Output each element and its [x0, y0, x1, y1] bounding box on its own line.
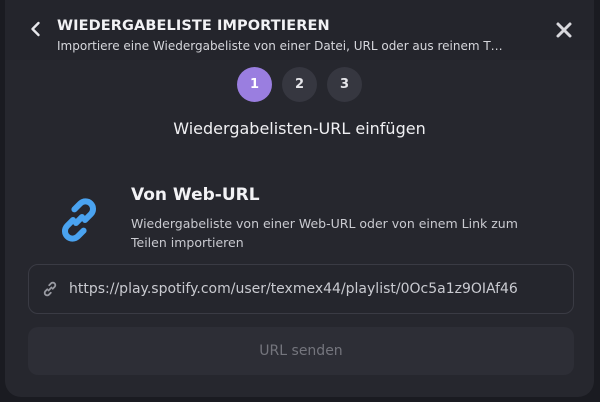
url-field[interactable] [28, 264, 574, 314]
step-3: 3 [327, 67, 362, 102]
link-icon [52, 193, 106, 247]
source-description: Wiedergabeliste von einer Web-URL oder v… [131, 216, 518, 250]
dialog-title: WIEDERGABELISTE IMPORTIEREN [57, 18, 330, 34]
close-icon [556, 22, 572, 38]
chevron-left-icon [31, 21, 40, 37]
step-indicator: 1 2 3 [237, 67, 362, 103]
step-2: 2 [282, 67, 317, 102]
source-title: Von Web-URL [131, 185, 260, 205]
url-input[interactable] [69, 281, 573, 297]
back-button[interactable] [27, 20, 45, 38]
close-button[interactable] [554, 20, 574, 40]
send-url-button[interactable]: URL senden [28, 327, 574, 375]
link-icon [43, 281, 57, 297]
dialog-subtitle: Importiere eine Wiedergabeliste von eine… [57, 39, 503, 53]
import-playlist-dialog: WIEDERGABELISTE IMPORTIEREN Importiere e… [5, 0, 594, 397]
step-title: Wiedergabelisten-URL einfügen [173, 119, 426, 138]
step-1: 1 [237, 67, 272, 102]
